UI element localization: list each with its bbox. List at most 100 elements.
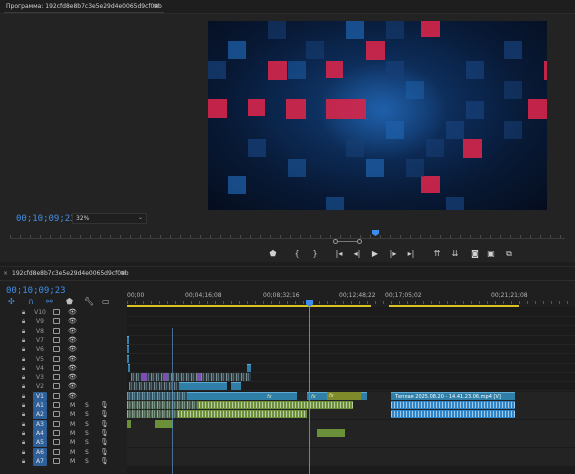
eye-icon[interactable]: 👁︎ bbox=[68, 308, 77, 316]
lock-icon[interactable]: 🔒︎ bbox=[22, 346, 25, 354]
video-clip[interactable]: Теплая 2025.08.20 - 14.41.23.06.mp4 [V] bbox=[391, 391, 515, 400]
sync-lock-icon[interactable] bbox=[53, 457, 60, 464]
video-clip[interactable] bbox=[231, 382, 241, 391]
zoom-level-select[interactable]: 32% ⌄ bbox=[72, 213, 147, 224]
track-name[interactable]: A7 bbox=[33, 456, 47, 466]
wrench-icon[interactable]: 🔧︎ bbox=[84, 297, 94, 307]
lock-icon[interactable]: 🔒︎ bbox=[22, 328, 25, 336]
lock-icon[interactable]: 🔒︎ bbox=[22, 318, 25, 326]
mic-icon[interactable]: 🎙︎ bbox=[100, 401, 109, 409]
sync-lock-icon[interactable] bbox=[53, 309, 60, 315]
track-name[interactable]: A5 bbox=[33, 438, 47, 448]
track-name[interactable]: V4 bbox=[33, 364, 47, 373]
sync-lock-icon[interactable] bbox=[53, 355, 60, 362]
eye-icon[interactable]: 👁︎ bbox=[68, 327, 77, 335]
solo-button[interactable]: S bbox=[85, 458, 89, 465]
lock-icon[interactable]: 🔒︎ bbox=[22, 393, 25, 401]
sync-lock-icon[interactable] bbox=[53, 420, 60, 427]
lock-icon[interactable]: 🔒︎ bbox=[22, 365, 25, 373]
sequence-tab[interactable]: 192cfd8e8b7c3e5e29d4e0065d9cf0ab bbox=[12, 270, 129, 277]
track-name[interactable]: V2 bbox=[33, 382, 47, 391]
marker-icon[interactable]: ⬟ bbox=[266, 248, 280, 260]
audio-clip[interactable] bbox=[155, 419, 173, 428]
track-name[interactable]: A2 bbox=[33, 410, 47, 420]
track-row-v8[interactable] bbox=[127, 327, 575, 336]
video-preview[interactable] bbox=[208, 21, 547, 210]
program-monitor-tab[interactable]: Программа: 192cfd8e8b7c3e5e29d4e0065d9cf… bbox=[6, 3, 162, 10]
mute-button[interactable]: M bbox=[70, 430, 75, 437]
track-row-v9[interactable] bbox=[127, 317, 575, 327]
go-to-out-icon[interactable]: ▸| bbox=[404, 248, 418, 260]
add-marker-icon[interactable]: ⬟ bbox=[66, 297, 73, 307]
eye-icon[interactable]: 👁︎ bbox=[68, 364, 77, 372]
track-row-a6[interactable] bbox=[127, 447, 575, 457]
mic-icon[interactable]: 🎙︎ bbox=[100, 429, 109, 437]
lock-icon[interactable]: 🔒︎ bbox=[22, 383, 25, 391]
lift-icon[interactable]: ⇈ bbox=[430, 248, 444, 260]
sync-lock-icon[interactable] bbox=[53, 383, 60, 390]
audio-clip[interactable] bbox=[317, 428, 345, 437]
step-forward-icon[interactable]: |▸ bbox=[386, 248, 400, 260]
track-name[interactable]: A1 bbox=[33, 401, 47, 410]
close-icon[interactable]: × bbox=[3, 270, 8, 277]
solo-button[interactable]: S bbox=[85, 439, 89, 446]
sync-lock-icon[interactable] bbox=[53, 336, 60, 343]
audio-clip[interactable] bbox=[391, 410, 515, 419]
track-name[interactable]: V9 bbox=[33, 317, 47, 326]
program-time-ruler[interactable] bbox=[10, 230, 565, 242]
play-icon[interactable]: ▶ bbox=[368, 248, 382, 260]
lock-icon[interactable]: 🔒︎ bbox=[22, 439, 25, 447]
sync-lock-icon[interactable] bbox=[53, 411, 60, 418]
mute-button[interactable]: M bbox=[70, 458, 75, 465]
mic-icon[interactable]: 🎙︎ bbox=[100, 438, 109, 446]
track-name[interactable]: V6 bbox=[33, 345, 47, 354]
track-name[interactable]: V8 bbox=[33, 327, 47, 336]
track-row-v10[interactable] bbox=[127, 308, 575, 317]
track-name[interactable]: V7 bbox=[33, 336, 47, 345]
lock-icon[interactable]: 🔒︎ bbox=[22, 411, 25, 419]
export-frame-icon[interactable]: ◙ bbox=[468, 248, 482, 260]
sync-lock-icon[interactable] bbox=[53, 392, 60, 399]
zoom-handle-right[interactable] bbox=[357, 239, 362, 244]
eye-icon[interactable]: 👁︎ bbox=[68, 317, 77, 325]
mute-button[interactable]: M bbox=[70, 411, 75, 418]
lock-icon[interactable]: 🔒︎ bbox=[22, 402, 25, 410]
solo-button[interactable]: S bbox=[85, 402, 89, 409]
nest-icon[interactable]: ✣ bbox=[8, 297, 15, 307]
audio-clip[interactable] bbox=[127, 419, 131, 428]
timeline-timecode[interactable]: 00;10;09;23 bbox=[6, 286, 66, 296]
captions-icon[interactable]: ▭ bbox=[102, 297, 110, 307]
step-back-icon[interactable]: ◂| bbox=[350, 248, 364, 260]
track-name[interactable]: A4 bbox=[33, 428, 47, 438]
video-clip[interactable] bbox=[128, 363, 130, 372]
mic-icon[interactable]: 🎙︎ bbox=[100, 410, 109, 418]
lock-icon[interactable]: 🔒︎ bbox=[22, 309, 25, 317]
extract-icon[interactable]: ⇊ bbox=[448, 248, 462, 260]
eye-icon[interactable]: 👁︎ bbox=[68, 392, 77, 400]
track-row-v5[interactable] bbox=[127, 355, 575, 364]
mark-in-icon[interactable]: { bbox=[290, 248, 304, 260]
mute-button[interactable]: M bbox=[70, 402, 75, 409]
track-row-a7[interactable] bbox=[127, 456, 575, 466]
video-clip[interactable] bbox=[127, 345, 129, 354]
comparison-icon[interactable]: ▣ bbox=[484, 248, 498, 260]
video-clip[interactable] bbox=[127, 354, 129, 363]
solo-button[interactable]: S bbox=[85, 430, 89, 437]
snap-icon[interactable]: ∩ bbox=[28, 297, 34, 307]
video-clip[interactable] bbox=[163, 373, 168, 382]
lock-icon[interactable]: 🔒︎ bbox=[22, 449, 25, 457]
sync-lock-icon[interactable] bbox=[53, 402, 60, 408]
sync-lock-icon[interactable] bbox=[53, 439, 60, 446]
linked-selection-icon[interactable]: ⚯ bbox=[46, 297, 53, 307]
eye-icon[interactable]: 👁︎ bbox=[68, 345, 77, 353]
track-row-a5[interactable] bbox=[127, 438, 575, 448]
track-row-v4[interactable] bbox=[127, 364, 575, 373]
mute-button[interactable]: M bbox=[70, 421, 75, 428]
mute-button[interactable]: M bbox=[70, 439, 75, 446]
playhead-timecode[interactable]: 00;10;09;23 bbox=[16, 214, 76, 224]
solo-button[interactable]: S bbox=[85, 421, 89, 428]
sync-lock-icon[interactable] bbox=[53, 346, 60, 353]
sync-lock-icon[interactable] bbox=[53, 327, 60, 334]
video-clip[interactable] bbox=[141, 373, 147, 382]
track-row-v6[interactable] bbox=[127, 345, 575, 355]
